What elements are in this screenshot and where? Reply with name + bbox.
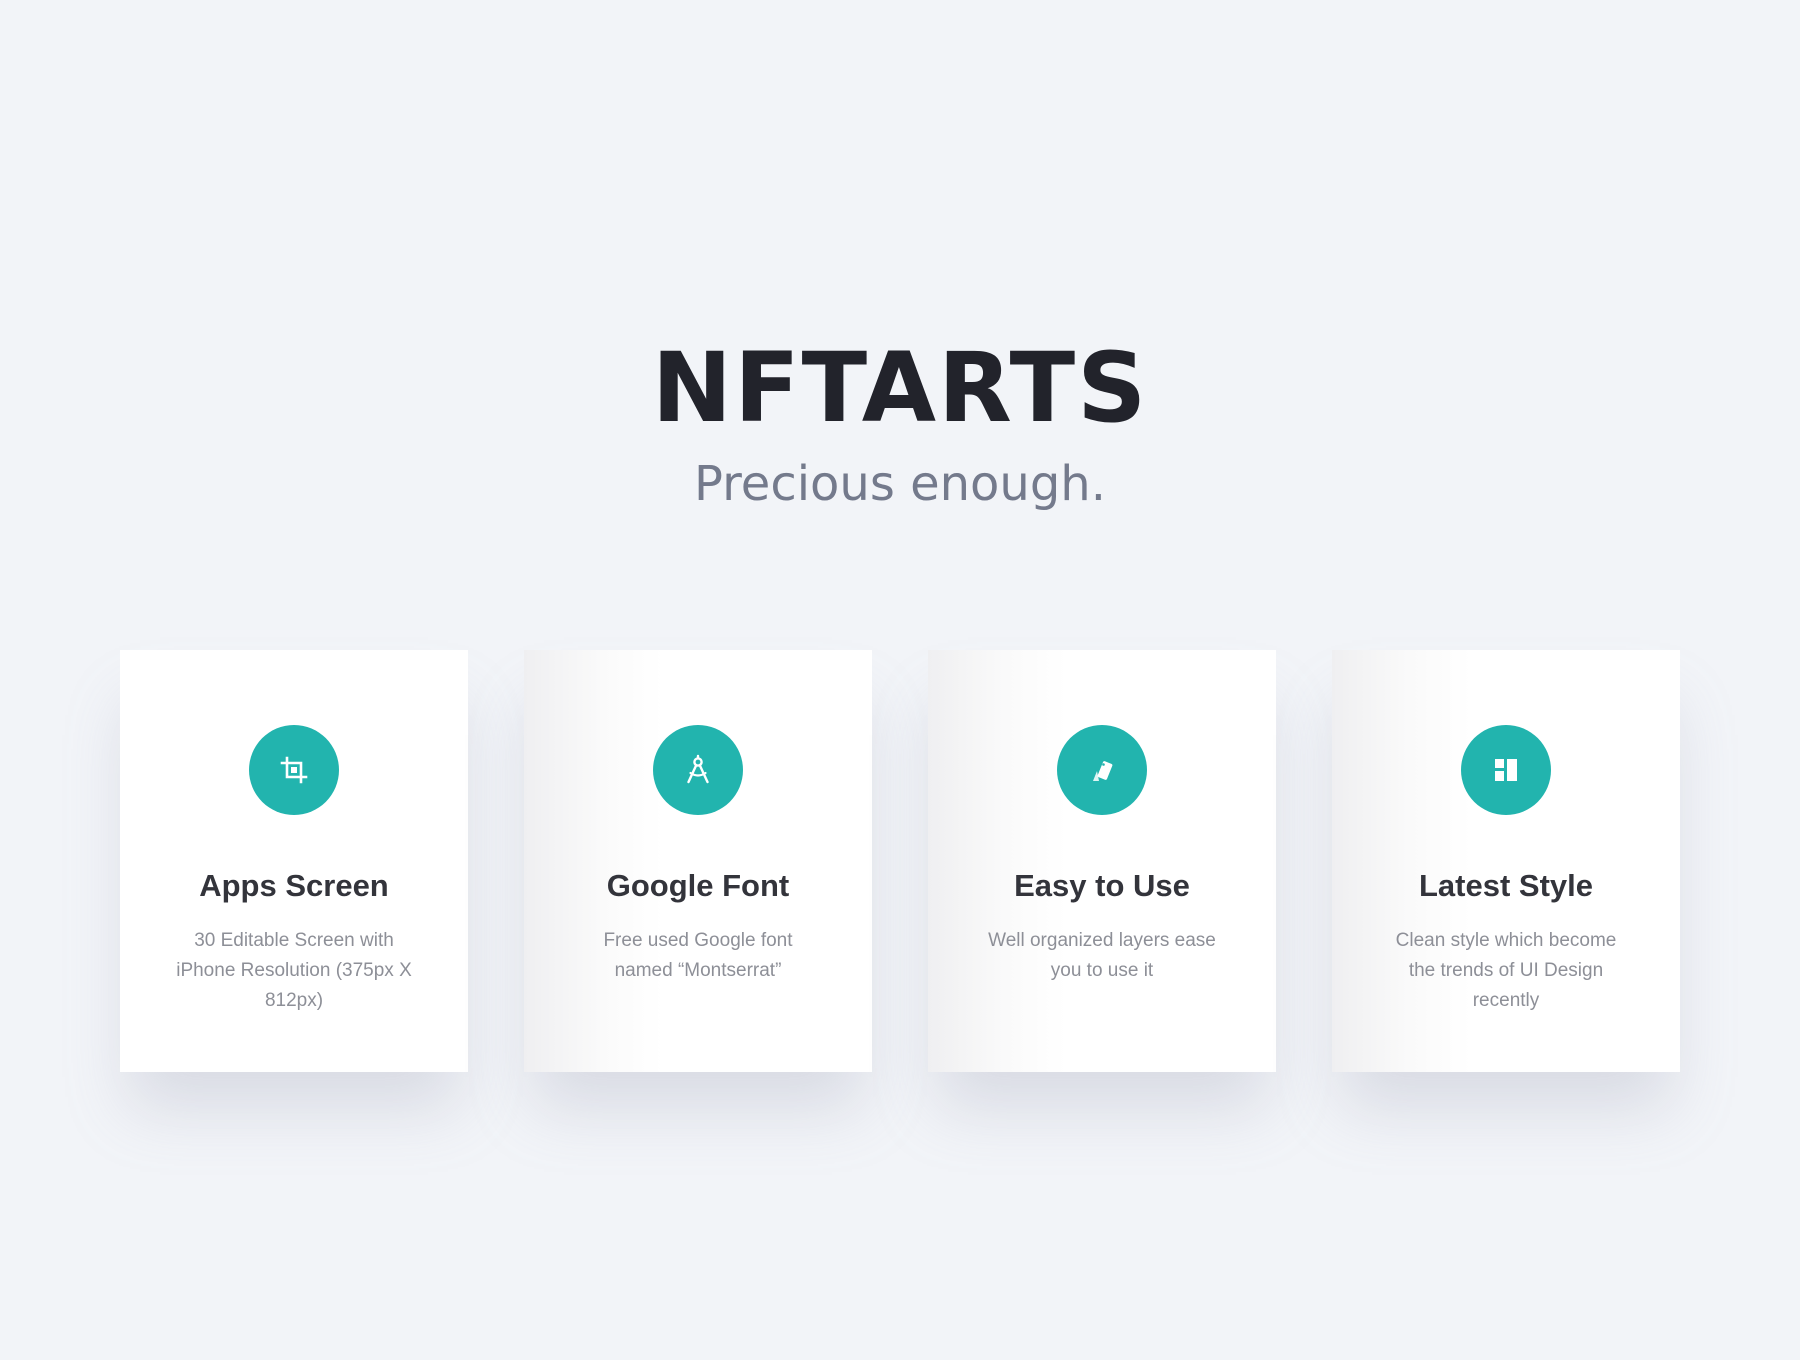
feature-description: Well organized layers ease you to use it — [988, 930, 1216, 981]
feature-description: Free used Google font named “Montserrat” — [603, 930, 793, 981]
feature-title: Apps Screen — [199, 868, 389, 903]
feature-title: Easy to Use — [1014, 868, 1190, 903]
feature-icon-badge — [653, 725, 743, 815]
feature-card-google-font: Google Font Free used Google font named … — [524, 650, 872, 1072]
crop-icon — [279, 755, 309, 785]
feature-description: 30 Editable Screen with iPhone Resolutio… — [176, 930, 412, 1011]
swatches-icon — [1086, 754, 1118, 786]
layout-icon — [1492, 756, 1520, 784]
feature-description: Clean style which become the trends of U… — [1395, 930, 1617, 1011]
feature-cards: Apps Screen 30 Editable Screen with iPho… — [120, 650, 1680, 1072]
feature-title: Latest Style — [1418, 868, 1593, 903]
brand-logo: NFTARTS — [651, 332, 1149, 444]
compass-icon — [682, 754, 714, 786]
hero: NFTARTS Precious enough. — [0, 338, 1800, 512]
feature-card-easy-to-use: Easy to Use Well organized layers ease y… — [928, 650, 1276, 1072]
feature-card-apps-screen: Apps Screen 30 Editable Screen with iPho… — [120, 650, 468, 1072]
feature-icon-badge — [1057, 725, 1147, 815]
feature-card-latest-style: Latest Style Clean style which become th… — [1332, 650, 1680, 1072]
feature-title: Google Font — [606, 868, 790, 903]
feature-icon-badge — [1461, 725, 1551, 815]
feature-icon-badge — [249, 725, 339, 815]
tagline: Precious enough. — [694, 456, 1106, 512]
